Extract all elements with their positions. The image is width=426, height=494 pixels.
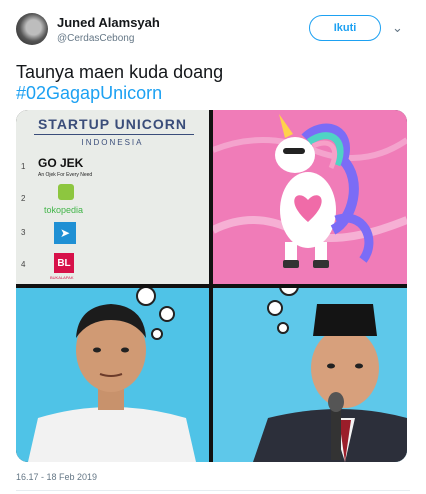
- title-divider: [34, 134, 194, 135]
- user-name[interactable]: Juned Alamsyah: [57, 15, 160, 30]
- tweet-text: Taunya maen kuda doang: [16, 62, 224, 82]
- gojek-logo: GO JEK: [38, 156, 84, 170]
- tweet-timestamp[interactable]: 16.17 - 18 Feb 2019: [16, 472, 97, 482]
- panel-subtitle: INDONESIA: [81, 138, 144, 147]
- traveloka-icon: ➤: [54, 222, 76, 244]
- gojek-tagline: An Ojek For Every Need: [38, 172, 93, 178]
- tokopedia-logo: tokopedia: [44, 205, 84, 215]
- hashtag-link[interactable]: #02GagapUnicorn: [16, 82, 162, 104]
- divider: [16, 490, 410, 491]
- bukalapak-logo: BL: [54, 253, 74, 273]
- tokopedia-icon: [58, 184, 74, 200]
- man-right-panel: [213, 276, 407, 462]
- unicorn-panel: [211, 110, 407, 284]
- man-left-panel: [16, 286, 209, 462]
- panel-title: STARTUP UNICORN: [37, 116, 188, 132]
- avatar[interactable]: [16, 13, 48, 45]
- chevron-down-icon[interactable]: ⌄: [392, 20, 403, 36]
- person-photo: [253, 276, 407, 462]
- startup-unicorn-panel: STARTUP UNICORN INDONESIA 1 GO JEK An Oj…: [16, 110, 209, 284]
- row-number: 2: [21, 194, 26, 203]
- bukalapak-tagline: BUKALAPAK: [50, 275, 74, 280]
- row-number: 3: [21, 228, 26, 237]
- row-number: 1: [21, 162, 26, 171]
- row-number: 4: [21, 260, 26, 269]
- unicorn-illustration: [211, 114, 407, 268]
- tweet-image[interactable]: STARTUP UNICORN INDONESIA 1 GO JEK An Oj…: [16, 110, 407, 462]
- user-handle[interactable]: @CerdasCebong: [57, 33, 134, 44]
- follow-button[interactable]: Ikuti: [309, 15, 381, 41]
- person-photo: [28, 286, 196, 462]
